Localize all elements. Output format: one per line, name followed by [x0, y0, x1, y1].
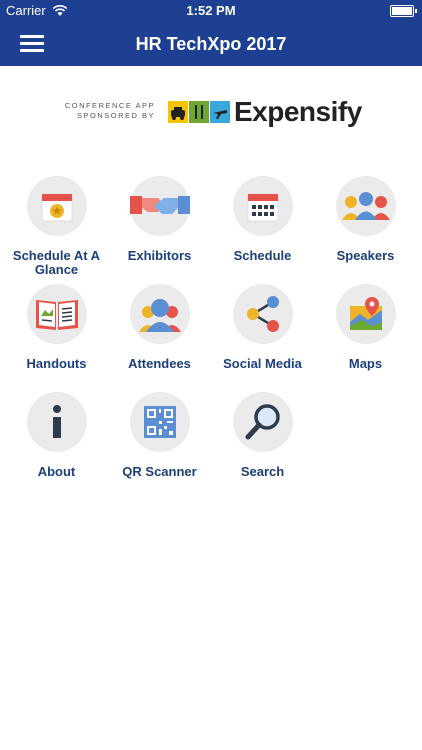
tile-label: About — [37, 464, 76, 479]
tile-label: Schedule At A Glance — [12, 248, 101, 277]
tile-handouts[interactable]: Handouts — [5, 284, 108, 371]
sponsor-line-1: CONFERENCE APP — [64, 101, 155, 110]
fork-knife-icon — [189, 101, 209, 123]
tile-maps[interactable]: Maps — [314, 284, 417, 371]
tile-icon-circle — [335, 176, 396, 236]
share-icon — [246, 296, 279, 332]
tile-schedule-at-a-glance[interactable]: Schedule At A Glance — [5, 176, 108, 277]
tile-icon-circle — [129, 176, 190, 236]
tile-label: Exhibitors — [127, 248, 192, 263]
tile-label: Attendees — [128, 356, 191, 371]
tile-label: QR Scanner — [122, 464, 197, 479]
tile-label: Search — [240, 464, 285, 479]
calendar-star-icon — [41, 193, 72, 222]
tile-icon-circle — [129, 392, 190, 452]
status-bar: Carrier 1:52 PM — [0, 0, 422, 22]
tile-speakers[interactable]: Speakers — [314, 176, 417, 263]
tile-about[interactable]: About — [5, 392, 108, 479]
qr-code-icon — [143, 406, 176, 438]
tile-attendees[interactable]: Attendees — [108, 284, 211, 371]
taxi-icon — [168, 101, 188, 123]
tile-icon-circle — [232, 284, 293, 344]
status-time: 1:52 PM — [186, 3, 236, 18]
tile-exhibitors[interactable]: Exhibitors — [108, 176, 211, 263]
attendees-icon — [138, 299, 181, 332]
tile-icon-circle — [129, 284, 190, 344]
tile-icon-circle — [335, 284, 396, 344]
tile-label: Social Media — [223, 356, 302, 371]
tile-label: Schedule — [233, 248, 292, 263]
tile-search[interactable]: Search — [211, 392, 314, 479]
tile-icon-circle — [26, 176, 87, 236]
tile-qr-scanner[interactable]: QR Scanner — [108, 392, 211, 479]
tile-label: Speakers — [336, 248, 395, 263]
page-title: HR TechXpo 2017 — [135, 34, 287, 54]
sponsor-brand: Expensify — [234, 96, 362, 127]
sponsor-banner[interactable]: CONFERENCE APP SPONSORED BY Expensify — [0, 96, 422, 132]
open-book-icon — [35, 300, 78, 330]
sponsor-caption: CONFERENCE APP SPONSORED BY — [50, 101, 155, 121]
plane-icon — [210, 101, 230, 123]
sponsor-line-2: SPONSORED BY — [76, 111, 155, 120]
tile-icon-circle — [26, 284, 87, 344]
tile-label: Maps — [348, 356, 383, 371]
people-group-icon — [341, 192, 390, 220]
tile-icon-circle — [26, 392, 87, 452]
info-icon — [52, 405, 61, 438]
tile-icon-circle — [232, 176, 293, 236]
tile-social-media[interactable]: Social Media — [211, 284, 314, 371]
tile-label: Handouts — [26, 356, 87, 371]
map-pin-icon — [349, 297, 382, 330]
handshake-icon — [129, 196, 190, 214]
magnifier-icon — [245, 404, 280, 440]
tile-icon-circle — [232, 392, 293, 452]
expensify-logo-icons — [168, 101, 231, 123]
calendar-grid-icon — [247, 193, 278, 222]
battery-icon — [390, 5, 417, 17]
nav-bar: HR TechXpo 2017 — [0, 22, 422, 66]
tile-schedule[interactable]: Schedule — [211, 176, 314, 263]
